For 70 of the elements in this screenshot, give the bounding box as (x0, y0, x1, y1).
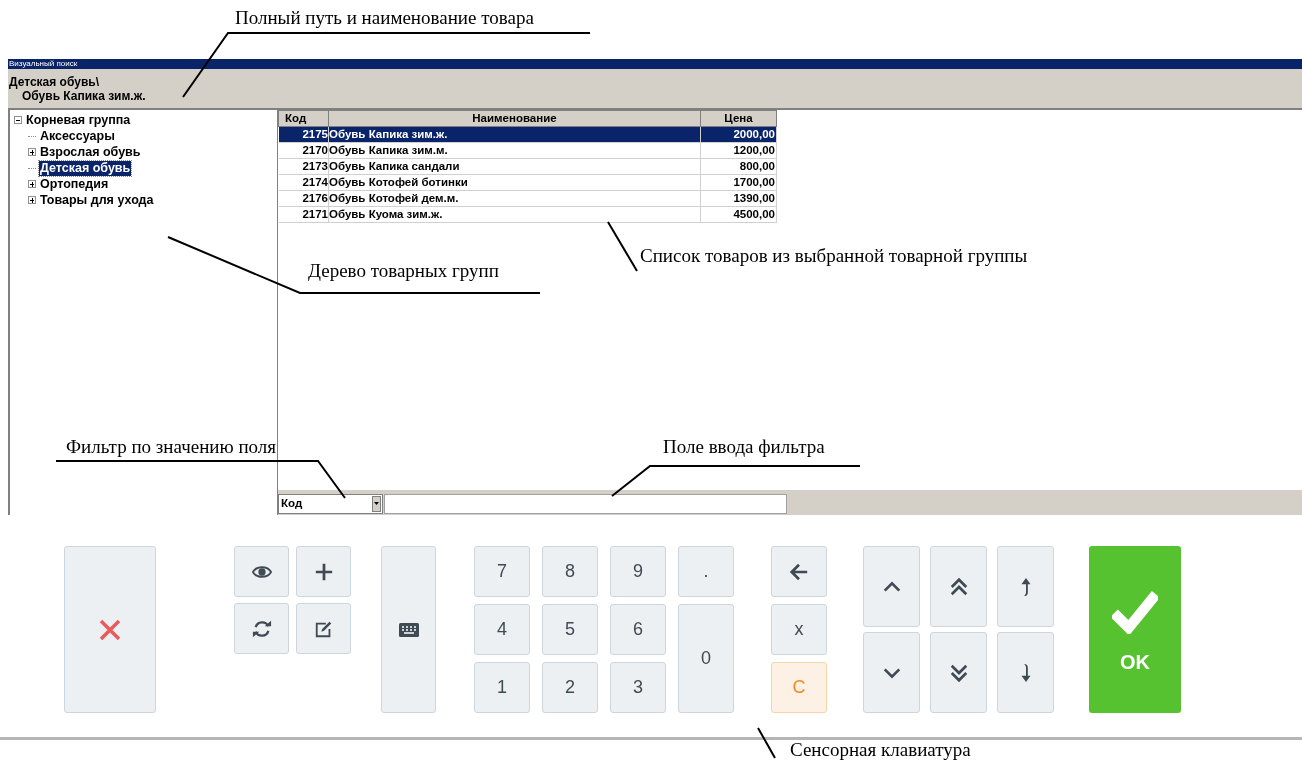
table-cell: Обувь Капика сандали (328, 158, 701, 175)
key-button[interactable]: . (678, 546, 734, 597)
key-button[interactable]: 8 (542, 546, 598, 597)
field-dropdown[interactable]: Код (278, 493, 383, 514)
table-cell: 4500,00 (700, 206, 777, 223)
table-cell: 800,00 (700, 158, 777, 175)
view-button[interactable] (234, 546, 289, 597)
close-icon (99, 618, 121, 641)
left-arrow-icon (789, 561, 809, 582)
key-button[interactable]: 4 (474, 604, 530, 655)
table-cell: 2171 (278, 206, 329, 223)
annotation-label: Список товаров из выбранной товарной группы (640, 245, 1028, 267)
annotation-label: Поле ввода фильтра (663, 436, 825, 458)
annotation-label: Полный путь и наименование товара (235, 7, 534, 29)
leader-line (607, 221, 638, 272)
key-button[interactable]: 0 (678, 604, 734, 713)
column-header[interactable]: Наименование (328, 110, 701, 127)
plus-icon (313, 561, 334, 582)
table-cell: 1390,00 (700, 190, 777, 207)
product-name-text: Обувь Капика зим.ж. (21, 89, 147, 103)
window-title: Визуальный поиск (8, 59, 1302, 69)
key-button[interactable]: 2 (542, 662, 598, 713)
edit-button[interactable] (296, 603, 351, 654)
page-down-button[interactable] (930, 632, 987, 713)
collapse-icon[interactable] (14, 116, 22, 124)
keyboard-button[interactable] (381, 546, 436, 713)
table-cell: 2000,00 (700, 126, 777, 143)
key-button[interactable]: 9 (610, 546, 666, 597)
table-cell: 2173 (278, 158, 329, 175)
tree-item[interactable]: Аксессуары (39, 128, 116, 144)
page-up-button[interactable] (930, 546, 987, 627)
key-button[interactable]: 5 (542, 604, 598, 655)
table-cell: Обувь Куома зим.ж. (328, 206, 701, 223)
table-cell: 1200,00 (700, 142, 777, 159)
double-chevron-up-icon (948, 576, 969, 597)
column-header[interactable]: Код (278, 110, 329, 127)
table-cell: 2174 (278, 174, 329, 191)
annotation-label: Сенсорная клавиатура (790, 739, 971, 761)
column-header[interactable]: Цена (700, 110, 777, 127)
leader-line (757, 727, 776, 759)
expand-icon[interactable] (28, 180, 36, 188)
table-cell: 2176 (278, 190, 329, 207)
key-button[interactable]: 6 (610, 604, 666, 655)
table-cell: Обувь Котофей ботинки (328, 174, 701, 191)
key-button[interactable]: 1 (474, 662, 530, 713)
tree-item[interactable]: Детская обувь (39, 160, 132, 176)
tree-item[interactable]: Ортопедия (39, 176, 110, 192)
tree-item[interactable]: Товары для ухода (39, 192, 155, 208)
key-button[interactable]: 7 (474, 546, 530, 597)
tree-item[interactable]: Взрослая обувь (39, 144, 142, 160)
refresh-button[interactable] (234, 603, 289, 654)
table-cell: 1700,00 (700, 174, 777, 191)
table-cell: Обувь Котофей дем.м. (328, 190, 701, 207)
table-cell: Обувь Капика зим.м. (328, 142, 701, 159)
table-cell: 2175 (278, 126, 329, 143)
refresh-icon (251, 618, 272, 639)
filter-input-field[interactable] (384, 493, 787, 514)
expand-icon[interactable] (28, 196, 36, 204)
annotation-label: Дерево товарных групп (308, 260, 499, 282)
expand-icon[interactable] (28, 148, 36, 156)
add-button[interactable] (296, 546, 351, 597)
annotation-label: Фильтр по значению поля (66, 436, 277, 458)
key-button[interactable]: x (771, 604, 827, 655)
double-chevron-down-icon (948, 662, 969, 683)
backspace-button[interactable] (771, 546, 827, 597)
path-text: Детская обувь\ (8, 75, 100, 89)
table-cell: 2170 (278, 142, 329, 159)
table-cell: Обувь Капика зим.ж. (328, 126, 701, 143)
tree-item[interactable]: Корневая группа (25, 112, 132, 128)
key-button[interactable]: 3 (610, 662, 666, 713)
